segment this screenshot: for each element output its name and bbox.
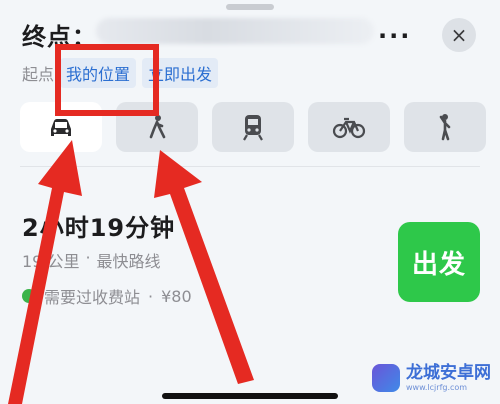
toll-text: 需要过收费站 (44, 288, 141, 307)
walk-icon (439, 114, 451, 141)
route-distance: 19 公里 (22, 252, 80, 271)
car-icon (51, 119, 71, 136)
section-divider (20, 166, 480, 167)
home-indicator[interactable] (162, 393, 338, 399)
taxi-person-icon (149, 115, 166, 139)
toll-separator: · (148, 286, 154, 306)
toll-row: 需要过收费站 · ¥80 (22, 284, 192, 308)
train-icon (243, 115, 263, 141)
tab-transit[interactable] (212, 102, 294, 152)
tab-walk[interactable] (404, 102, 486, 152)
close-icon: × (450, 23, 468, 47)
route-tag: 最快路线 (96, 252, 161, 271)
watermark: 龙城安卓网 www.lcjrfg.com (372, 364, 491, 392)
sheet-grabber[interactable] (226, 4, 274, 10)
route-duration: 2小时19分钟 (22, 214, 176, 242)
destination-ellipsis: ... (378, 16, 412, 44)
destination-value-blurred[interactable] (96, 18, 374, 44)
annotation-highlight-box (55, 44, 159, 116)
bike-icon (332, 117, 366, 139)
route-separator: · (85, 248, 91, 267)
close-button[interactable]: × (442, 18, 476, 52)
toll-icon (22, 289, 36, 303)
watermark-title: 龙城安卓网 (406, 362, 491, 383)
start-label: 起点 (22, 65, 55, 84)
go-button[interactable]: 出发 (398, 222, 480, 302)
tab-bike[interactable] (308, 102, 390, 152)
route-summary: 19 公里 · 最快路线 (22, 248, 161, 272)
watermark-url: www.lcjrfg.com (406, 382, 468, 392)
watermark-logo-icon (372, 364, 400, 392)
toll-price: ¥80 (161, 286, 192, 306)
